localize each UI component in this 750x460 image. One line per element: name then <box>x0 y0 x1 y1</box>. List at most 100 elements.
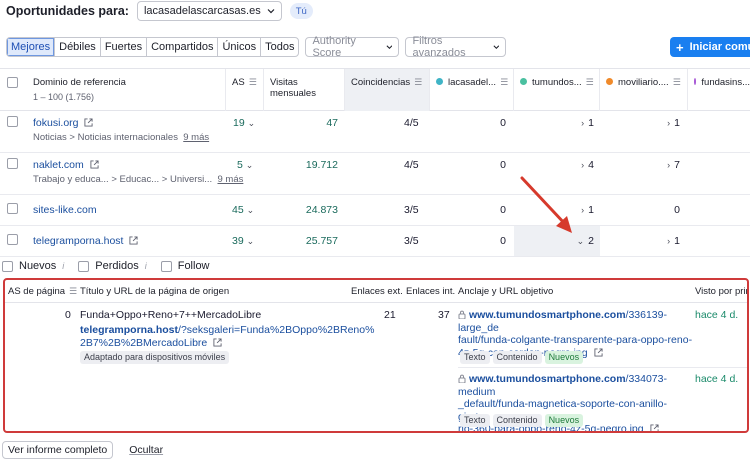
visits-value[interactable]: 47 <box>326 117 338 129</box>
col-comp1[interactable]: lacasadel... ☰ <box>430 69 514 111</box>
col-as[interactable]: AS ☰ <box>226 69 264 111</box>
as-value[interactable]: 5 ⌄ <box>237 159 257 171</box>
visits-value[interactable]: 24.873 <box>306 204 338 216</box>
col-first-seen[interactable]: Visto por primera vez <box>695 286 747 297</box>
page-title: Funda+Oppo+Reno+7++MercadoLibre <box>80 309 262 321</box>
tag-text: Texto <box>460 351 490 364</box>
category: Noticias <box>33 132 67 143</box>
col-comp4[interactable]: fundasins... <box>688 69 750 111</box>
anchor-path[interactable]: fault/funda-colgante-transparente-para-o… <box>458 334 692 346</box>
comp1-value: 0 <box>500 204 506 216</box>
chevron-down-icon <box>493 45 499 49</box>
external-link-icon[interactable] <box>84 118 94 127</box>
int-links-value: 37 <box>438 309 450 321</box>
anchor-domain[interactable]: www.tumundosmartphone.com <box>469 309 626 321</box>
page-url-path-1[interactable]: /?seksgaleri=Funda%2BOppo%2BReno% <box>178 324 374 336</box>
segment-todos[interactable]: Todos <box>261 38 298 56</box>
external-link-icon[interactable] <box>593 347 603 357</box>
new-checkbox[interactable] <box>2 260 13 272</box>
anchor-domain[interactable]: www.tumundosmartphone.com <box>469 373 626 385</box>
comp3-value[interactable]: › 1 <box>667 117 680 129</box>
follow-checkbox[interactable] <box>160 260 172 272</box>
row-categories: Noticias > Noticias internacionales 9 má… <box>33 132 210 143</box>
domain-link[interactable]: telegramporna.host <box>33 235 123 247</box>
as-value[interactable]: 45 ⌄ <box>232 204 258 216</box>
category: Universi... <box>169 174 213 185</box>
toggle-new[interactable]: Nuevos i <box>2 260 64 272</box>
page-url-path-2[interactable]: 2B7%2B%2BMercadoLibre <box>80 337 207 349</box>
page-title: Oportunidades para: <box>6 4 129 18</box>
col-domain[interactable]: Dominio de referencia 1 – 100 (1.756) <box>27 69 226 111</box>
segment-fuertes[interactable]: Fuertes <box>101 38 148 56</box>
chevron-right-icon: › <box>667 236 671 246</box>
col-int-links[interactable]: Enlaces int. <box>406 286 455 297</box>
comp3-value[interactable]: › 7 <box>667 159 680 171</box>
segment-control: Mejores Débiles Fuertes Compartidos Únic… <box>6 37 300 57</box>
visits-value[interactable]: 25.757 <box>306 235 338 247</box>
chevron-down-icon: ⌄ <box>247 118 256 128</box>
col-comp1-label: lacasadel... <box>448 77 497 88</box>
col-matches-label: Coincidencias <box>351 77 411 88</box>
col-anchor[interactable]: Anclaje y URL objetivo <box>458 286 553 297</box>
toggle-follow[interactable]: Follow <box>160 260 210 272</box>
col-matches[interactable]: Coincidencias ☰ <box>345 69 430 111</box>
backlinks-detail-panel: AS de página ☰ Título y URL de la página … <box>3 278 749 433</box>
advanced-filters-label: Filtros avanzados <box>412 35 466 59</box>
full-report-button[interactable]: Ver informe completo <box>2 441 114 459</box>
table-header: Dominio de referencia 1 – 100 (1.756) AS… <box>0 68 750 111</box>
col-page-as[interactable]: AS de página ☰ <box>8 286 77 297</box>
domain-select-value: lacasadelascarcasas.es <box>143 5 261 17</box>
hide-link[interactable]: Ocultar <box>129 444 163 456</box>
toggle-lost[interactable]: Perdidos i <box>78 260 147 272</box>
col-as-label: AS <box>232 77 245 88</box>
col-domain-count: 1 – 100 (1.756) <box>33 92 95 102</box>
external-link-icon[interactable] <box>649 424 659 433</box>
info-icon[interactable]: i <box>62 261 64 271</box>
comp2-value[interactable]: › 4 <box>581 159 594 171</box>
col-title-url[interactable]: Título y URL de la página de origen <box>80 286 229 297</box>
start-outreach-button[interactable]: + Iniciar comunicación <box>670 37 750 57</box>
external-link-icon[interactable] <box>129 236 138 245</box>
visits-value[interactable]: 19.712 <box>306 159 338 171</box>
domain-link[interactable]: fokusi.org <box>33 117 79 129</box>
comp3-value[interactable]: › 1 <box>667 235 680 247</box>
authority-score-dropdown[interactable]: Authority Score <box>305 35 400 59</box>
domain-link[interactable]: naklet.com <box>33 159 84 171</box>
comp2-value[interactable]: › 1 <box>581 117 594 129</box>
select-all-checkbox[interactable] <box>7 77 18 88</box>
comp2-value[interactable]: ⌄ 2 <box>577 235 594 247</box>
col-comp3-label: moviliario.... <box>618 77 669 88</box>
col-ext-links[interactable]: Enlaces ext. <box>351 286 403 297</box>
as-value[interactable]: 39 ⌄ <box>232 235 258 247</box>
domain-link[interactable]: sites-like.com <box>33 204 97 216</box>
advanced-filters-dropdown[interactable]: Filtros avanzados <box>405 35 507 59</box>
page-url: telegramporna.host/?seksgaleri=Funda%2BO… <box>80 324 374 350</box>
row-checkbox[interactable] <box>7 234 18 245</box>
info-icon[interactable]: i <box>145 261 147 271</box>
domain-select[interactable]: lacasadelascarcasas.es <box>136 1 282 21</box>
segment-debiles[interactable]: Débiles <box>55 38 101 56</box>
more-categories-link[interactable]: 9 más <box>217 174 243 185</box>
comp2-value[interactable]: › 1 <box>581 204 594 216</box>
mobile-friendly-tag: Adaptado para dispositivos móviles <box>80 351 230 364</box>
lost-checkbox[interactable] <box>78 260 90 272</box>
more-categories-link[interactable]: 9 más <box>183 132 209 143</box>
table-row: naklet.com Trabajo y educa... > Educac..… <box>0 153 750 195</box>
col-visits[interactable]: Visitas mensuales <box>264 69 345 111</box>
external-link-icon[interactable] <box>213 338 222 347</box>
row-checkbox[interactable] <box>7 116 18 127</box>
col-comp2[interactable]: tumundos... ☰ <box>514 69 600 111</box>
col-comp3[interactable]: moviliario.... ☰ <box>600 69 688 111</box>
page-url-domain[interactable]: telegramporna.host <box>80 324 178 336</box>
segment-unicos[interactable]: Únicos <box>218 38 262 56</box>
as-number: 19 <box>233 117 245 129</box>
external-link-icon[interactable] <box>90 160 99 169</box>
anchor-tags: Texto Contenido Nuevos <box>460 414 586 427</box>
row-checkbox[interactable] <box>7 203 18 214</box>
sort-icon: ☰ <box>414 77 423 87</box>
segment-mejores[interactable]: Mejores <box>7 38 56 56</box>
tag-new: Nuevos <box>544 351 584 364</box>
row-checkbox[interactable] <box>7 158 18 169</box>
as-value[interactable]: 19 ⌄ <box>233 117 259 129</box>
segment-compartidos[interactable]: Compartidos <box>147 38 219 56</box>
